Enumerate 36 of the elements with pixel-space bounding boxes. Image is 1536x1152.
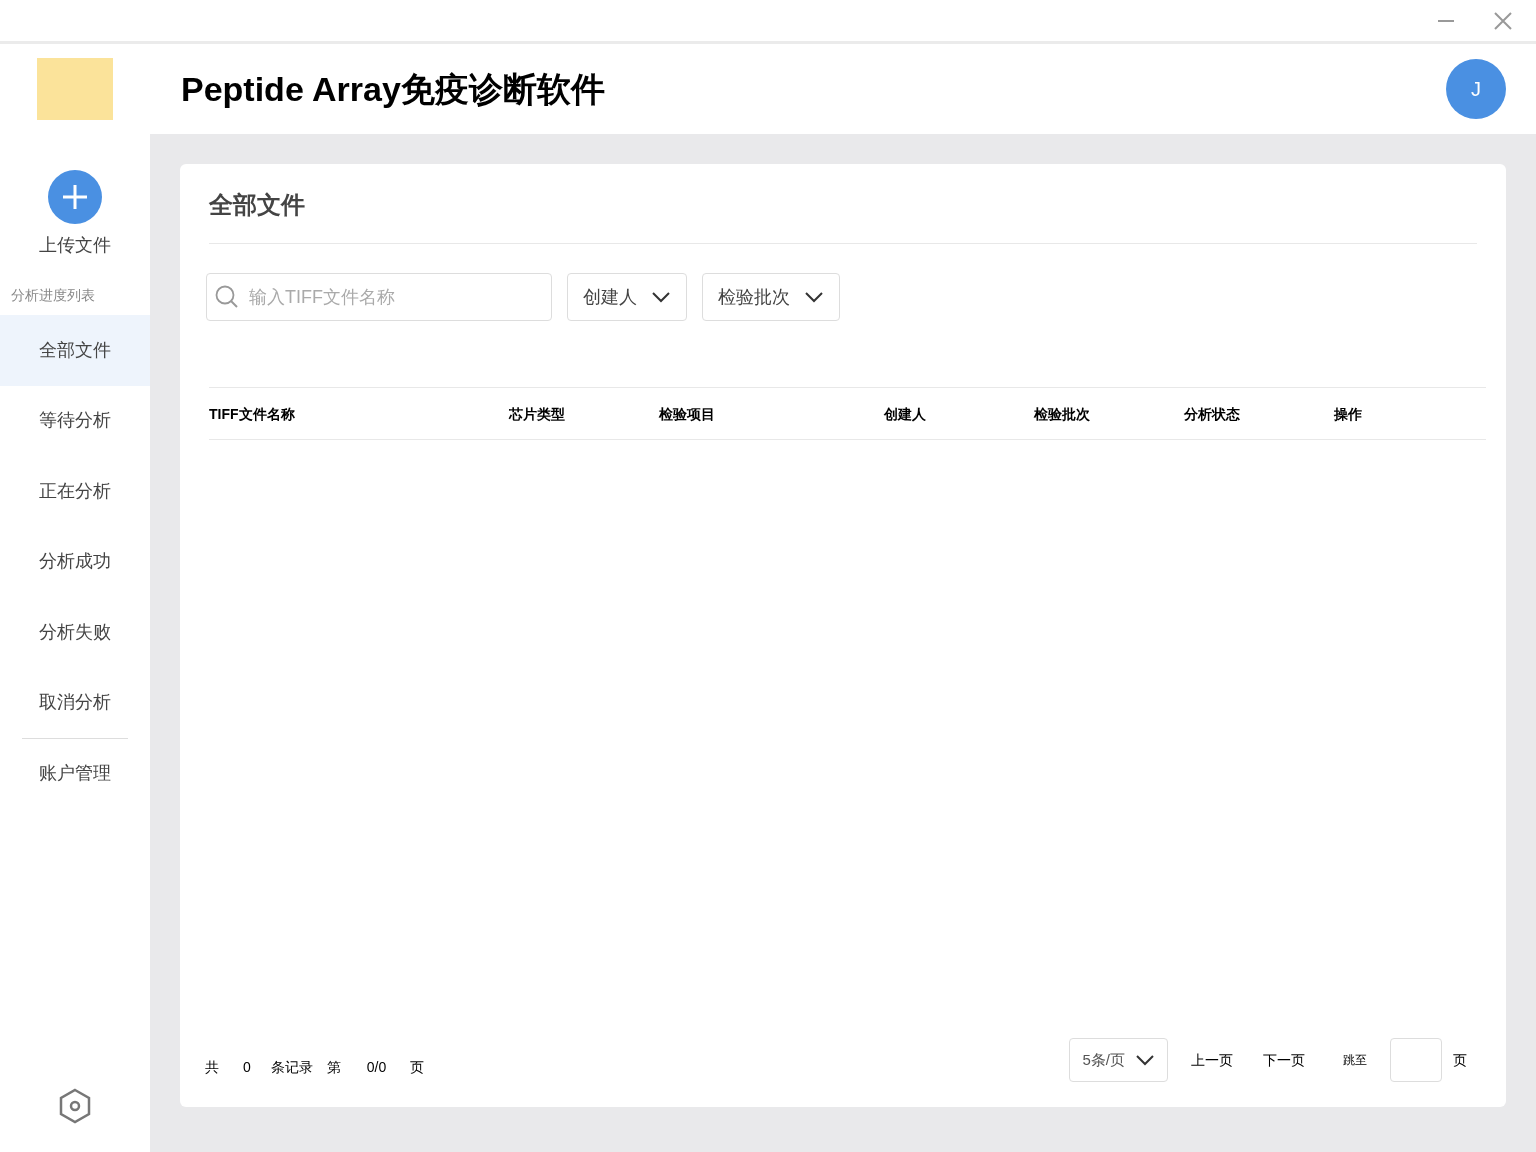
column-header: 检验批次 (1034, 405, 1090, 422)
sidebar-item[interactable]: 全部文件 (0, 315, 150, 386)
chevron-down-icon (1135, 1054, 1155, 1066)
page-size-select[interactable]: 5条/页 (1069, 1038, 1168, 1082)
section-label: 分析进度列表 (11, 286, 96, 305)
jump-label: 跳至 (1343, 1052, 1367, 1069)
card-title: 全部文件 (209, 190, 306, 220)
prev-page-button[interactable]: 上一页 (1191, 1038, 1233, 1082)
filter-dropdown[interactable]: 创建人 (567, 273, 687, 321)
upload-button[interactable] (48, 170, 102, 224)
search-icon (215, 285, 239, 309)
pagination-text: 0 (243, 1058, 251, 1077)
pagination-text: 条记录 (270, 1058, 313, 1077)
chevron-down-icon (651, 291, 671, 303)
pagination-text: 第 (326, 1058, 341, 1077)
plus-icon (62, 184, 88, 210)
next-page-button[interactable]: 下一页 (1263, 1038, 1305, 1082)
minimize-icon[interactable] (1438, 19, 1454, 22)
chevron-down-icon (804, 291, 824, 303)
column-header: 创建人 (884, 405, 926, 422)
pagination-text: 页 (410, 1058, 425, 1077)
pagination-text: 共 (205, 1058, 219, 1077)
column-header: 操作 (1334, 405, 1362, 422)
jump-suffix: 页 (1453, 1050, 1467, 1070)
filter-dropdown[interactable]: 检验批次 (702, 273, 840, 321)
column-header: 检验项目 (659, 405, 715, 422)
pagination-text: 0/0 (366, 1058, 387, 1077)
app-title: Peptide Array免疫诊断软件 (181, 68, 605, 110)
column-header: 芯片类型 (509, 405, 565, 422)
upload-label: 上传文件 (39, 234, 111, 257)
close-icon[interactable] (1494, 11, 1512, 30)
column-header: TIFF文件名称 (209, 405, 295, 422)
search-field[interactable]: 输入TIFF文件名称 (206, 273, 552, 321)
column-header: 分析状态 (1184, 405, 1240, 422)
page-number-field[interactable] (1390, 1038, 1442, 1082)
settings-icon[interactable] (58, 1088, 92, 1124)
